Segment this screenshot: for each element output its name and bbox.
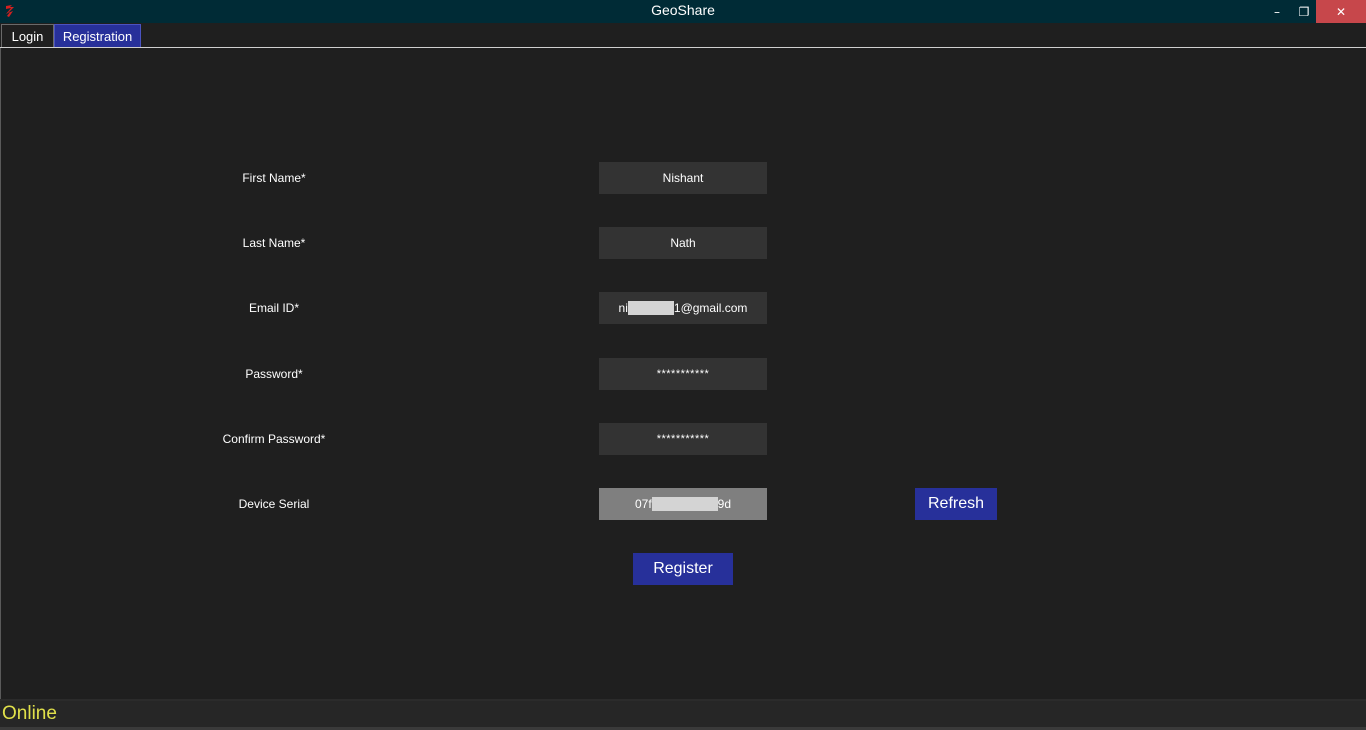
redaction-block xyxy=(627,301,674,315)
connection-status: Online xyxy=(2,703,57,724)
register-button[interactable]: Register xyxy=(633,553,733,585)
minimize-button[interactable]: – xyxy=(1264,0,1290,23)
email-value-suffix: 1@gmail.com xyxy=(673,301,748,315)
redaction-block xyxy=(651,497,718,511)
last-name-field[interactable]: Nath xyxy=(599,227,767,259)
email-label: Email ID* xyxy=(248,301,299,315)
email-value-prefix: ni xyxy=(618,301,628,315)
device-serial-label: Device Serial xyxy=(238,497,310,511)
tab-login[interactable]: Login xyxy=(1,24,54,48)
device-serial-prefix: 07f xyxy=(634,497,652,511)
panel-border xyxy=(0,48,1,700)
minimize-icon: – xyxy=(1274,4,1280,19)
device-serial-suffix: 9d xyxy=(717,497,732,511)
window-title: GeoShare xyxy=(651,2,715,18)
restore-icon: ❐ xyxy=(1298,4,1310,19)
device-serial-field: 07f 9d xyxy=(599,488,767,520)
email-field[interactable]: ni 1@gmail.com xyxy=(599,292,767,324)
status-bar: Online xyxy=(0,701,1366,727)
app-window: GeoShare – ❐ ✕ Login Registration First … xyxy=(0,0,1366,730)
last-name-label: Last Name* xyxy=(242,236,306,250)
confirm-password-field[interactable]: *********** xyxy=(599,423,767,455)
title-bar: GeoShare – ❐ ✕ xyxy=(0,0,1366,23)
password-label: Password* xyxy=(245,367,303,381)
maximize-button[interactable]: ❐ xyxy=(1291,0,1317,23)
close-button[interactable]: ✕ xyxy=(1316,0,1366,23)
first-name-field[interactable]: Nishant xyxy=(599,162,767,194)
confirm-password-label: Confirm Password* xyxy=(222,432,326,446)
first-name-label: First Name* xyxy=(242,171,306,185)
close-icon: ✕ xyxy=(1335,4,1347,19)
password-field[interactable]: *********** xyxy=(599,358,767,390)
refresh-button[interactable]: Refresh xyxy=(915,488,997,520)
tab-divider xyxy=(0,47,1366,48)
tab-registration[interactable]: Registration xyxy=(54,24,141,48)
